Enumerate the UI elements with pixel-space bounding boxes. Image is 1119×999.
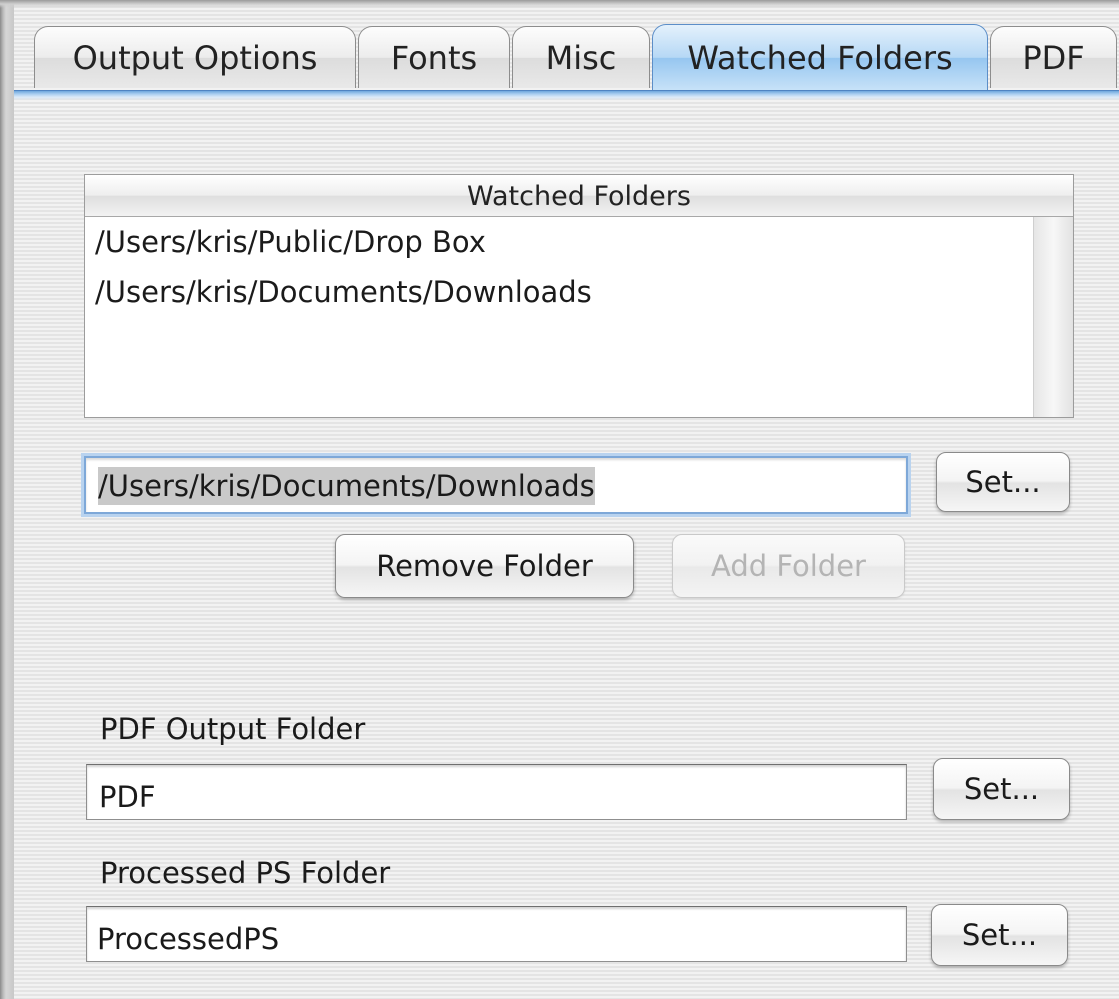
add-folder-button[interactable]: Add Folder (672, 534, 905, 598)
tab-underline (14, 90, 1119, 100)
window-left-edge (0, 0, 14, 999)
folder-path-value: /Users/kris/Documents/Downloads (98, 467, 595, 505)
table-row[interactable]: /Users/kris/Documents/Downloads (95, 267, 592, 317)
tab-output-options[interactable]: Output Options (34, 26, 356, 88)
tab-misc[interactable]: Misc (512, 26, 650, 88)
watched-folders-table[interactable]: Watched Folders /Users/kris/Public/Drop … (84, 174, 1074, 418)
folder-path-set-button[interactable]: Set... (936, 452, 1070, 512)
table-body[interactable]: /Users/kris/Public/Drop Box /Users/kris/… (85, 217, 1031, 417)
table-column-header[interactable]: Watched Folders (85, 175, 1073, 217)
processed-ps-folder-label: Processed PS Folder (100, 856, 391, 890)
table-scrollbar[interactable] (1033, 217, 1073, 417)
tab-bar: Output Options Fonts Misc Watched Folder… (34, 24, 1119, 92)
processed-ps-folder-field[interactable]: ProcessedPS (86, 906, 907, 962)
pdf-output-folder-label: PDF Output Folder (100, 712, 366, 746)
pdf-output-set-button[interactable]: Set... (933, 758, 1070, 820)
tab-fonts[interactable]: Fonts (358, 26, 510, 88)
window-top-edge (0, 0, 1119, 8)
processed-ps-set-button[interactable]: Set... (931, 904, 1068, 966)
pdf-output-folder-field[interactable]: PDF (86, 764, 907, 820)
remove-folder-button[interactable]: Remove Folder (335, 534, 634, 598)
table-row[interactable]: /Users/kris/Public/Drop Box (95, 217, 486, 267)
folder-path-field[interactable]: /Users/kris/Documents/Downloads (84, 456, 908, 514)
tab-watched-folders[interactable]: Watched Folders (652, 24, 988, 90)
tab-pdf[interactable]: PDF (990, 26, 1117, 88)
